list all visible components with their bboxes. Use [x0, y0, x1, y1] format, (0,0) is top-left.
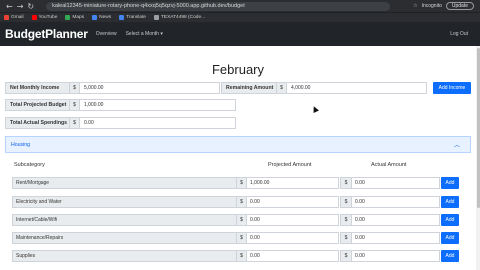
back-icon[interactable]: ← [6, 2, 13, 11]
maps-icon [65, 15, 71, 20]
currency-symbol: $ [237, 196, 247, 208]
app-navbar: BudgetPlanner Overview Select a Month ▾ … [0, 22, 480, 46]
add-button[interactable]: Add [441, 232, 459, 244]
actual-input[interactable]: 0.00 [352, 232, 440, 244]
bookmark-youtube[interactable]: YouTube [31, 15, 57, 20]
remaining-group: Remaining Amount $ 4,000.00 [221, 82, 427, 94]
table-row: Supplies $ 0.00 $ 0.00 Add [12, 250, 459, 262]
currency-symbol: $ [70, 82, 80, 94]
gmail-icon [4, 15, 9, 20]
projected-label: Total Projected Budget [5, 99, 70, 111]
logout-link[interactable]: Log Out [450, 31, 468, 37]
net-income-group: Net Monthly Income $ 5,000.00 [5, 82, 220, 94]
projected-input[interactable]: 0.00 [247, 214, 339, 226]
browser-nav-buttons: ← → ↻ [6, 2, 34, 11]
actual-input[interactable]: 0.00 [352, 214, 440, 226]
bookmarks-bar: Gmail YouTube Maps News Translate TEXAT4… [0, 12, 480, 22]
add-button[interactable]: Add [441, 177, 459, 189]
projected-input[interactable]: 0.00 [247, 250, 339, 262]
bookmark-news[interactable]: News [92, 15, 111, 20]
subcategory-name: Internet/Cable/Wifi [12, 214, 237, 226]
projected-value: 1,000.00 [80, 99, 236, 111]
currency-symbol: $ [340, 250, 352, 262]
subcategory-name: Electricity and Water [12, 196, 237, 208]
currency-symbol: $ [237, 177, 247, 189]
nav-overview[interactable]: Overview [96, 31, 117, 37]
star-icon[interactable]: ☆ [413, 3, 417, 9]
subcategory-name: Rent/Mortgage [12, 177, 237, 189]
currency-symbol: $ [340, 196, 352, 208]
actual-input[interactable]: 0.00 [352, 250, 440, 262]
remaining-value: 4,000.00 [287, 82, 427, 94]
update-button[interactable]: Update [445, 2, 474, 10]
brand-logo[interactable]: BudgetPlanner [5, 27, 88, 41]
bookmark-maps[interactable]: Maps [65, 15, 84, 20]
code-icon [153, 15, 159, 20]
col-subcategory: Subcategory [14, 162, 45, 168]
add-button[interactable]: Add [441, 196, 459, 208]
bookmark-translate[interactable]: Translate [119, 15, 146, 20]
currency-symbol: $ [277, 82, 287, 94]
nav-select-month[interactable]: Select a Month ▾ [126, 31, 163, 37]
projected-input[interactable]: 0.00 [247, 196, 339, 208]
table-row: Internet/Cable/Wifi $ 0.00 $ 0.00 Add [12, 214, 459, 226]
page-scrollbar[interactable] [476, 46, 480, 270]
scrollbar-thumb[interactable] [476, 48, 480, 208]
forward-icon[interactable]: → [17, 2, 24, 11]
browser-toolbar: ← → ↻ kaleal12345-miniature-rotary-phone… [0, 0, 480, 12]
remaining-label: Remaining Amount [221, 82, 277, 94]
currency-symbol: $ [70, 99, 80, 111]
table-row: Maintenance/Repairs $ 0.00 $ 0.00 Add [12, 232, 459, 244]
add-button[interactable]: Add [441, 214, 459, 226]
add-income-button[interactable]: Add Income [433, 82, 471, 94]
currency-symbol: $ [340, 177, 352, 189]
net-income-label: Net Monthly Income [5, 82, 70, 94]
chevron-up-icon: ︿ [453, 143, 460, 149]
page-title: February [211, 62, 265, 77]
add-button[interactable]: Add [441, 250, 459, 262]
youtube-icon [31, 15, 37, 20]
reload-icon[interactable]: ↻ [27, 2, 34, 11]
news-icon [92, 15, 98, 20]
currency-symbol: $ [237, 214, 247, 226]
accordion-housing-header[interactable]: Housing ︿ [5, 136, 471, 153]
actual-input[interactable]: 0.00 [352, 177, 440, 189]
actual-label: Total Actual Spendings [5, 117, 70, 129]
actual-input[interactable]: 0.00 [352, 196, 440, 208]
projected-group: Total Projected Budget $ 1,000.00 [5, 99, 236, 111]
bookmark-code[interactable]: TEXAT4498 (Code... [153, 15, 205, 20]
currency-symbol: $ [70, 117, 80, 129]
subcategory-name: Maintenance/Repairs [12, 232, 237, 244]
accordion-title: Housing [11, 141, 31, 148]
address-bar[interactable]: kaleal12345-miniature-rotary-phone-q4xxq… [46, 1, 391, 11]
bookmark-gmail[interactable]: Gmail [4, 15, 24, 20]
table-row: Rent/Mortgage $ 1,000.00 $ 0.00 Add [12, 177, 459, 189]
table-row: Electricity and Water $ 0.00 $ 0.00 Add [12, 196, 459, 208]
currency-symbol: $ [237, 232, 247, 244]
currency-symbol: $ [340, 232, 352, 244]
translate-icon [119, 15, 125, 20]
projected-input[interactable]: 1,000.00 [247, 177, 339, 189]
currency-symbol: $ [237, 250, 247, 262]
actual-group: Total Actual Spendings $ 0.00 [5, 117, 236, 129]
subcategory-name: Supplies [12, 250, 237, 262]
col-projected: Projected Amount [268, 162, 312, 168]
actual-value: 0.00 [80, 117, 236, 129]
incognito-label: Incognito [421, 3, 442, 9]
mouse-cursor-icon [311, 105, 319, 113]
projected-input[interactable]: 0.00 [247, 232, 339, 244]
currency-symbol: $ [340, 214, 352, 226]
net-income-input[interactable]: 5,000.00 [80, 82, 220, 94]
col-actual: Actual Amount [371, 162, 407, 168]
